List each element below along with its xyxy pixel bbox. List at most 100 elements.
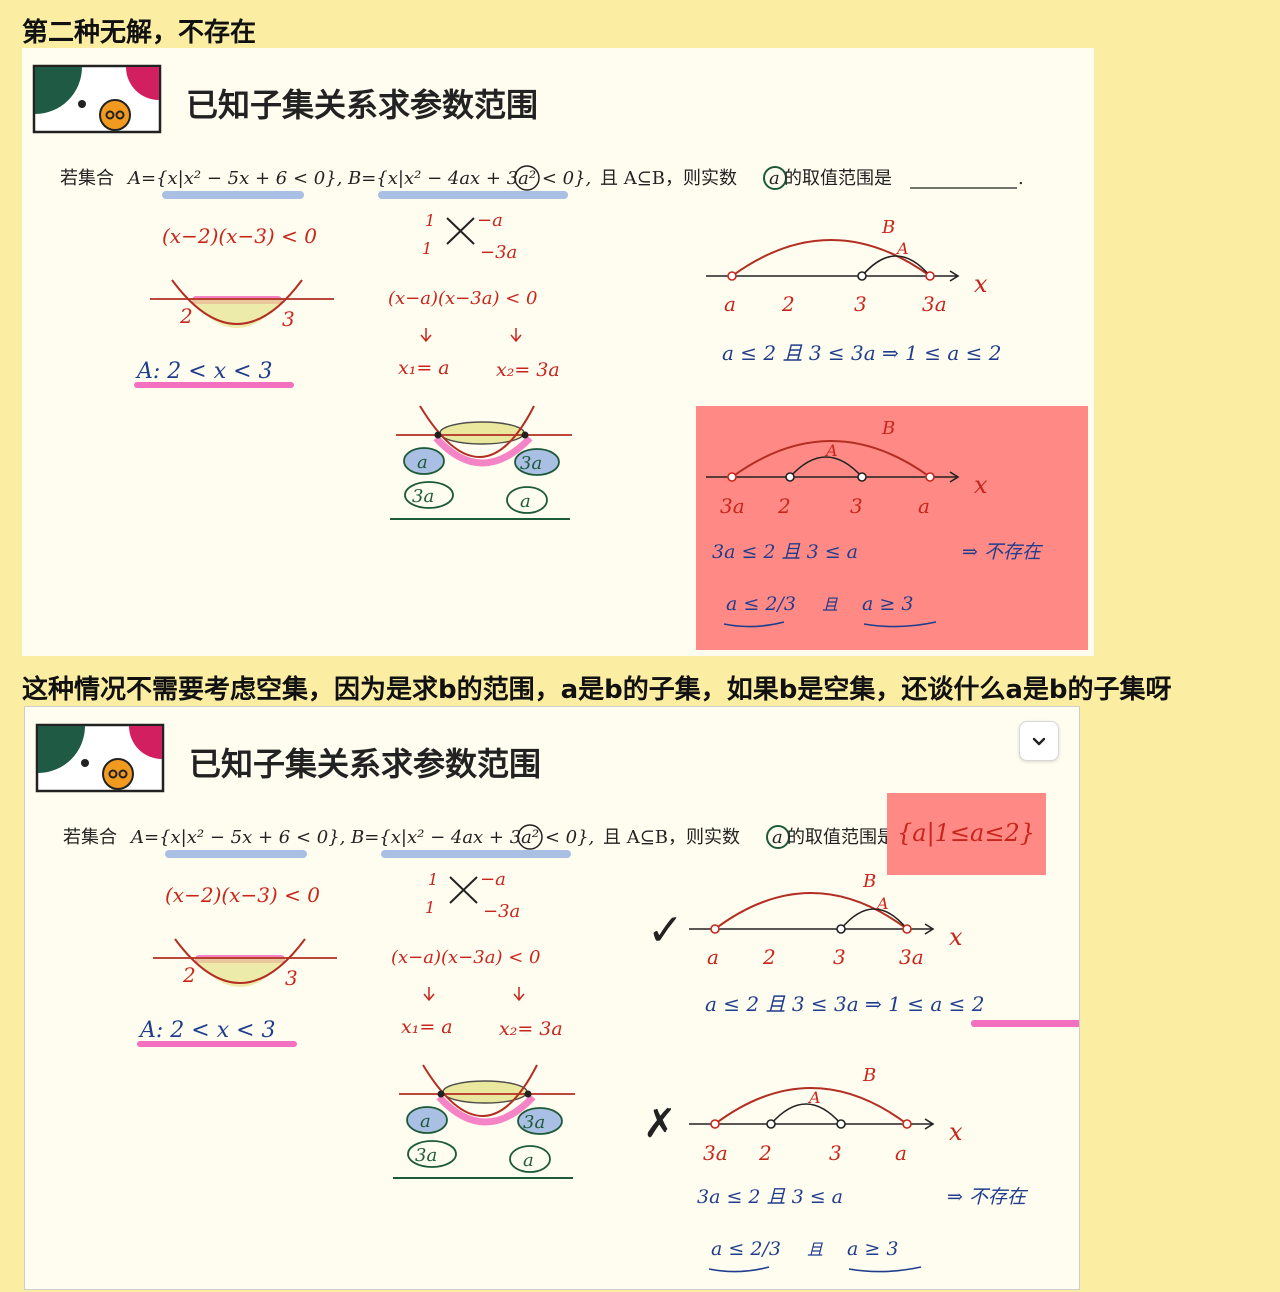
case2-tick: 2 bbox=[758, 1141, 772, 1165]
question-var: a bbox=[772, 827, 783, 848]
question-suffix: 的取值范围是 bbox=[787, 827, 895, 848]
case1-label-a: A bbox=[895, 239, 909, 258]
cross-left-top: 1 bbox=[425, 211, 435, 230]
question-suffix: 的取值范围是 bbox=[784, 168, 892, 189]
cross-mark: ✗ bbox=[643, 1101, 677, 1147]
cross-left-bottom: 1 bbox=[425, 898, 435, 917]
case2-sub-left: a ≤ 2/3 bbox=[711, 1238, 781, 1260]
case1-tick: 3 bbox=[833, 945, 846, 969]
circle-3a-top: 3a bbox=[520, 453, 542, 474]
case1-tick: 3 bbox=[854, 292, 867, 316]
question-prefix: 若集合 bbox=[63, 827, 117, 848]
case1-axis-x: x bbox=[949, 923, 963, 951]
case1-label-b: B bbox=[862, 871, 876, 892]
case2-condition: 3a ≤ 2 且 3 ≤ a bbox=[712, 541, 858, 563]
case2-sub-right: a ≥ 3 bbox=[862, 593, 913, 615]
case1-tick: a bbox=[707, 945, 719, 969]
left-root-3: 3 bbox=[282, 307, 295, 331]
question-var: a bbox=[769, 168, 780, 189]
cross-bottom: −3a bbox=[483, 901, 520, 922]
slide-graphic: 已知子集关系求参数范围若集合 A={x|x² − 5x + 6 < 0}, B={x… bbox=[32, 64, 1088, 650]
left-result: A: 2 < x < 3 bbox=[138, 1018, 276, 1043]
slide-panel-bottom: 已知子集关系求参数范围 若集合 A={x|x² − 5x + 6 < 0}, B={x… bbox=[24, 706, 1080, 1290]
left-parabola bbox=[153, 938, 337, 987]
circle-a-bottom: a bbox=[520, 491, 531, 512]
circle-3a-top: 3a bbox=[523, 1112, 545, 1133]
middle-root2: x₂= 3a bbox=[499, 1018, 563, 1040]
slide-logo bbox=[32, 64, 162, 134]
left-factored: (x−2)(x−3) < 0 bbox=[162, 224, 317, 248]
case2-sub-mid: 且 bbox=[822, 595, 838, 614]
case2-tick: 3 bbox=[829, 1141, 842, 1165]
question-condition: 且 A⊆B，则实数 bbox=[600, 168, 737, 189]
question-condition: 且 A⊆B，则实数 bbox=[603, 827, 740, 848]
case1-tick: 2 bbox=[781, 292, 795, 316]
slide-panel-top: 已知子集关系求参数范围若集合 A={x|x² − 5x + 6 < 0}, B={x… bbox=[22, 48, 1094, 656]
circle-3a-bottom: 3a bbox=[415, 1145, 437, 1166]
question-set-a: A={x|x² − 5x + 6 < 0}, bbox=[126, 168, 342, 189]
cross-left-bottom: 1 bbox=[422, 239, 432, 258]
question-set-b: B={x|x² − 4ax + 3a² < 0}, bbox=[350, 827, 594, 848]
middle-factored: (x−a)(x−3a) < 0 bbox=[391, 947, 540, 968]
slide-title: 已知子集关系求参数范围 bbox=[186, 86, 538, 124]
left-root-2: 2 bbox=[179, 304, 193, 328]
middle-factored: (x−a)(x−3a) < 0 bbox=[388, 288, 537, 309]
case2-result: ⇒ 不存在 bbox=[962, 541, 1044, 563]
case1-label-a: A bbox=[875, 894, 889, 913]
slide-logo bbox=[35, 723, 165, 793]
circle-3a-bottom: 3a bbox=[412, 486, 434, 507]
case1-label-b: B bbox=[881, 217, 895, 238]
case1-condition: a ≤ 2 且 3 ≤ 3a ⇒ 1 ≤ a ≤ 2 bbox=[722, 341, 1001, 365]
left-parabola bbox=[150, 279, 334, 328]
cross-left-top: 1 bbox=[428, 870, 438, 889]
case2-sub-mid: 且 bbox=[807, 1240, 823, 1259]
slide-title: 已知子集关系求参数范围 bbox=[189, 745, 541, 783]
case1-axis-x: x bbox=[974, 270, 988, 298]
check-mark: ✓ bbox=[647, 905, 684, 956]
heading-middle: 这种情况不需要考虑空集，因为是求b的范围，a是b的子集，如果b是空集，还谈什么a… bbox=[22, 675, 1172, 705]
question-prefix: 若集合 bbox=[60, 168, 114, 189]
left-root-2: 2 bbox=[182, 963, 196, 987]
question-set-b: B={x|x² − 4ax + 3a² < 0}, bbox=[347, 168, 591, 189]
left-factored: (x−2)(x−3) < 0 bbox=[165, 883, 320, 907]
case1-tick: 3a bbox=[922, 292, 947, 316]
cross-top: −a bbox=[480, 869, 506, 890]
case2-condition: 3a ≤ 2 且 3 ≤ a bbox=[697, 1186, 843, 1208]
case2-tick: a bbox=[918, 494, 930, 518]
case1-number-line bbox=[706, 239, 960, 282]
cross-bottom: −3a bbox=[480, 242, 517, 263]
circle-a-top: a bbox=[417, 452, 428, 473]
case2-label-b: B bbox=[862, 1065, 876, 1086]
question-blank-end: . bbox=[1018, 168, 1024, 189]
case2-tick: 2 bbox=[777, 494, 791, 518]
case2-label-a: A bbox=[807, 1088, 821, 1107]
case2-result: ⇒ 不存在 bbox=[947, 1186, 1029, 1208]
circle-a-top: a bbox=[420, 1111, 431, 1132]
case2-label-a: A bbox=[824, 441, 838, 460]
case2-label-b: B bbox=[881, 418, 895, 439]
left-result: A: 2 < x < 3 bbox=[135, 359, 273, 384]
case2-sub-left: a ≤ 2/3 bbox=[726, 593, 796, 615]
cross-top: −a bbox=[477, 210, 503, 231]
case1-tick: 2 bbox=[762, 945, 776, 969]
case2-axis-x: x bbox=[974, 471, 988, 499]
middle-root1: x₁= a bbox=[401, 1016, 453, 1038]
chevron-down-icon bbox=[1032, 737, 1046, 746]
case1-condition: a ≤ 2 且 3 ≤ 3a ⇒ 1 ≤ a ≤ 2 bbox=[705, 992, 984, 1016]
case1-number-line bbox=[689, 892, 935, 935]
slide-graphic: 已知子集关系求参数范围若集合 A={x|x² − 5x + 6 < 0}, B={x… bbox=[35, 723, 1079, 1273]
case2-tick: 3 bbox=[850, 494, 863, 518]
middle-root1: x₁= a bbox=[398, 357, 450, 379]
case2-tick: 3a bbox=[703, 1141, 728, 1165]
case2-axis-x: x bbox=[949, 1118, 963, 1146]
case2-tick: a bbox=[895, 1141, 907, 1165]
heading-top: 第二种无解，不存在 bbox=[22, 18, 257, 48]
left-root-3: 3 bbox=[285, 966, 298, 990]
middle-root2: x₂= 3a bbox=[496, 359, 560, 381]
case2-tick: 3a bbox=[720, 494, 745, 518]
case2-sub-right: a ≥ 3 bbox=[847, 1238, 898, 1260]
case1-tick: 3a bbox=[899, 945, 924, 969]
answer-text: {a|1≤a≤2} bbox=[897, 819, 1035, 848]
circle-a-bottom: a bbox=[523, 1150, 534, 1171]
expand-button[interactable] bbox=[1019, 721, 1059, 761]
